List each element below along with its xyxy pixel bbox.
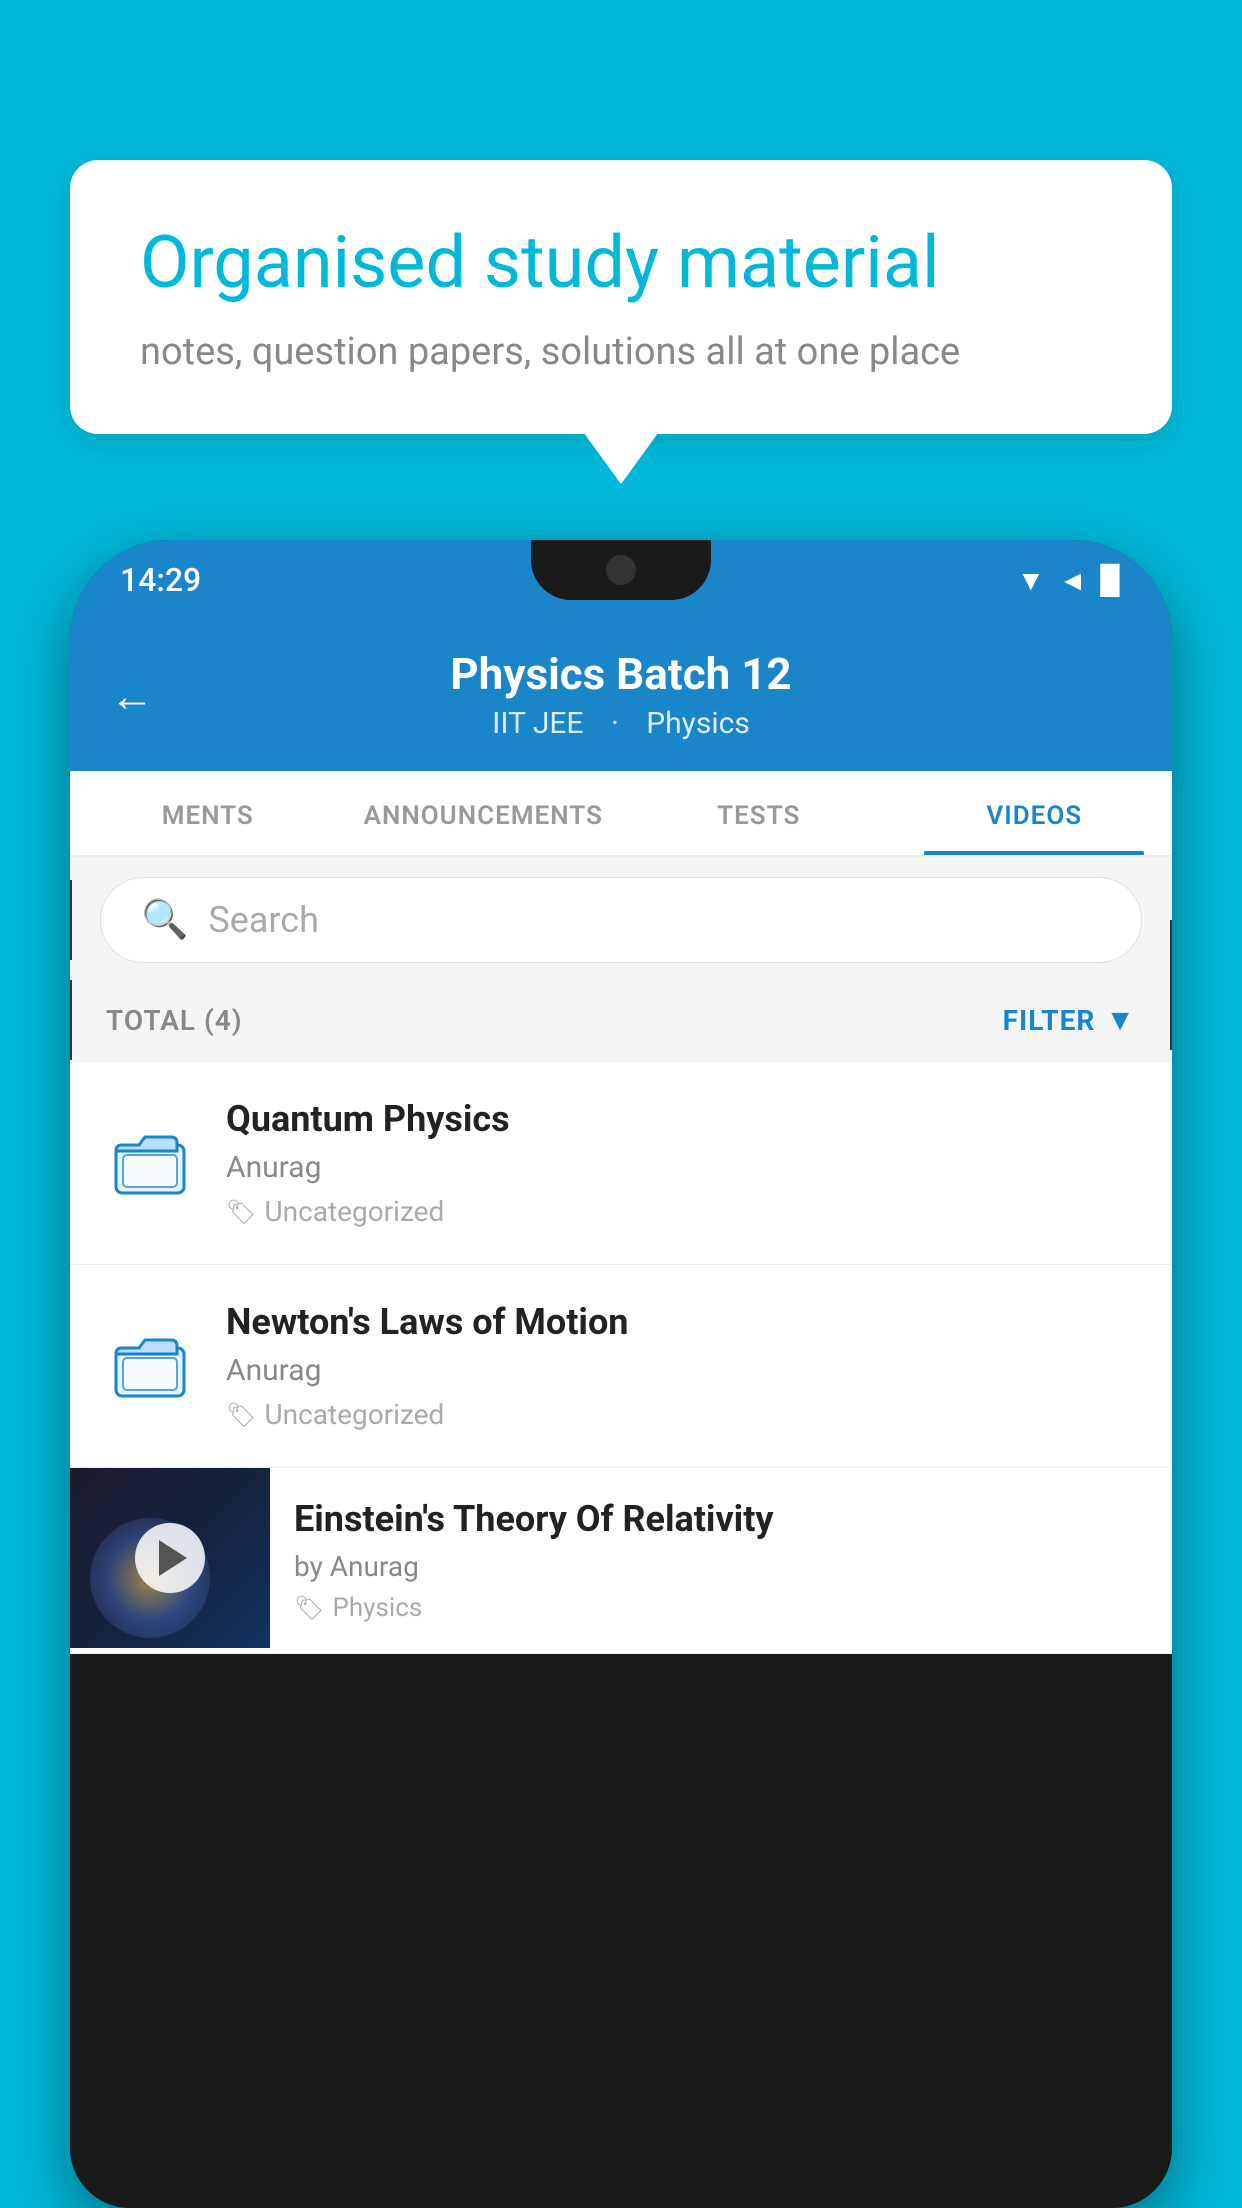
tab-ments[interactable]: MENTS xyxy=(70,771,346,855)
header-title: Physics Batch 12 xyxy=(110,648,1132,700)
filter-icon: ▼ xyxy=(1105,1003,1136,1038)
total-filter-row: TOTAL (4) FILTER ▼ xyxy=(70,983,1172,1062)
video-thumbnail xyxy=(70,1468,270,1648)
video-info: Einstein's Theory Of Relativity by Anura… xyxy=(270,1468,1172,1653)
tag-label: Uncategorized xyxy=(264,1195,444,1228)
video-tag: 🏷 Physics xyxy=(294,1593,1142,1623)
app-header: ← Physics Batch 12 IIT JEE · Physics xyxy=(70,620,1172,771)
search-icon: 🔍 xyxy=(141,898,188,942)
video-info: Quantum Physics Anurag 🏷 Uncategorized xyxy=(226,1098,1136,1228)
play-icon xyxy=(159,1540,187,1576)
search-bar-container: 🔍 Search xyxy=(70,857,1172,983)
video-list: Quantum Physics Anurag 🏷 Uncategorized N… xyxy=(70,1062,1172,1654)
status-bar: 14:29 ▼ ◄ ▉ xyxy=(70,540,1172,620)
video-author: by Anurag xyxy=(294,1550,1142,1583)
total-label: TOTAL (4) xyxy=(106,1004,243,1037)
back-button[interactable]: ← xyxy=(110,670,154,722)
video-title: Einstein's Theory Of Relativity xyxy=(294,1498,1142,1540)
video-title: Newton's Laws of Motion xyxy=(226,1301,1136,1343)
header-tag2: Physics xyxy=(646,706,750,741)
bubble-subtitle: notes, question papers, solutions all at… xyxy=(140,330,1102,374)
speech-bubble: Organised study material notes, question… xyxy=(70,160,1172,434)
header-tag1: IIT JEE xyxy=(492,706,583,741)
video-info: Newton's Laws of Motion Anurag 🏷 Uncateg… xyxy=(226,1301,1136,1431)
list-item[interactable]: Newton's Laws of Motion Anurag 🏷 Uncateg… xyxy=(70,1265,1172,1468)
list-item[interactable]: Einstein's Theory Of Relativity by Anura… xyxy=(70,1468,1172,1654)
video-tag: 🏷 Uncategorized xyxy=(226,1195,1136,1228)
filter-label: FILTER xyxy=(1003,1004,1096,1037)
header-subtitle: IIT JEE · Physics xyxy=(110,706,1132,741)
folder-icon xyxy=(106,1321,196,1411)
tag-icon: 🏷 xyxy=(226,1198,256,1226)
phone-frame: 14:29 ▼ ◄ ▉ ← Physics Batch 12 IIT JEE ·… xyxy=(70,540,1172,2208)
video-author: Anurag xyxy=(226,1150,1136,1185)
video-author: Anurag xyxy=(226,1353,1136,1388)
tabs-bar: MENTS ANNOUNCEMENTS TESTS VIDEOS xyxy=(70,771,1172,857)
video-tag: 🏷 Uncategorized xyxy=(226,1398,1136,1431)
volume-up-button[interactable] xyxy=(70,880,72,960)
search-input[interactable]: 🔍 Search xyxy=(100,877,1142,963)
notch xyxy=(531,540,711,600)
tag-label: Uncategorized xyxy=(264,1398,444,1431)
status-icons: ▼ ◄ ▉ xyxy=(1017,564,1122,597)
power-button[interactable] xyxy=(1170,920,1172,1050)
tag-icon: 🏷 xyxy=(226,1401,256,1429)
status-time: 14:29 xyxy=(120,561,201,599)
play-button[interactable] xyxy=(135,1523,205,1593)
bubble-title: Organised study material xyxy=(140,220,1102,306)
header-separator: · xyxy=(611,706,626,741)
tab-announcements[interactable]: ANNOUNCEMENTS xyxy=(346,771,622,855)
folder-icon xyxy=(106,1118,196,1208)
tab-videos[interactable]: VIDEOS xyxy=(897,771,1173,855)
tag-icon: 🏷 xyxy=(294,1594,324,1622)
list-item[interactable]: Quantum Physics Anurag 🏷 Uncategorized xyxy=(70,1062,1172,1265)
battery-icon: ▉ xyxy=(1100,564,1122,597)
wifi-icon: ▼ xyxy=(1017,564,1045,597)
tab-tests[interactable]: TESTS xyxy=(621,771,897,855)
filter-button[interactable]: FILTER ▼ xyxy=(1003,1003,1136,1038)
tag-label: Physics xyxy=(332,1593,422,1623)
signal-icon: ◄ xyxy=(1059,564,1087,597)
video-title: Quantum Physics xyxy=(226,1098,1136,1140)
search-placeholder: Search xyxy=(208,899,319,941)
volume-down-button[interactable] xyxy=(70,980,72,1060)
camera xyxy=(606,555,636,585)
